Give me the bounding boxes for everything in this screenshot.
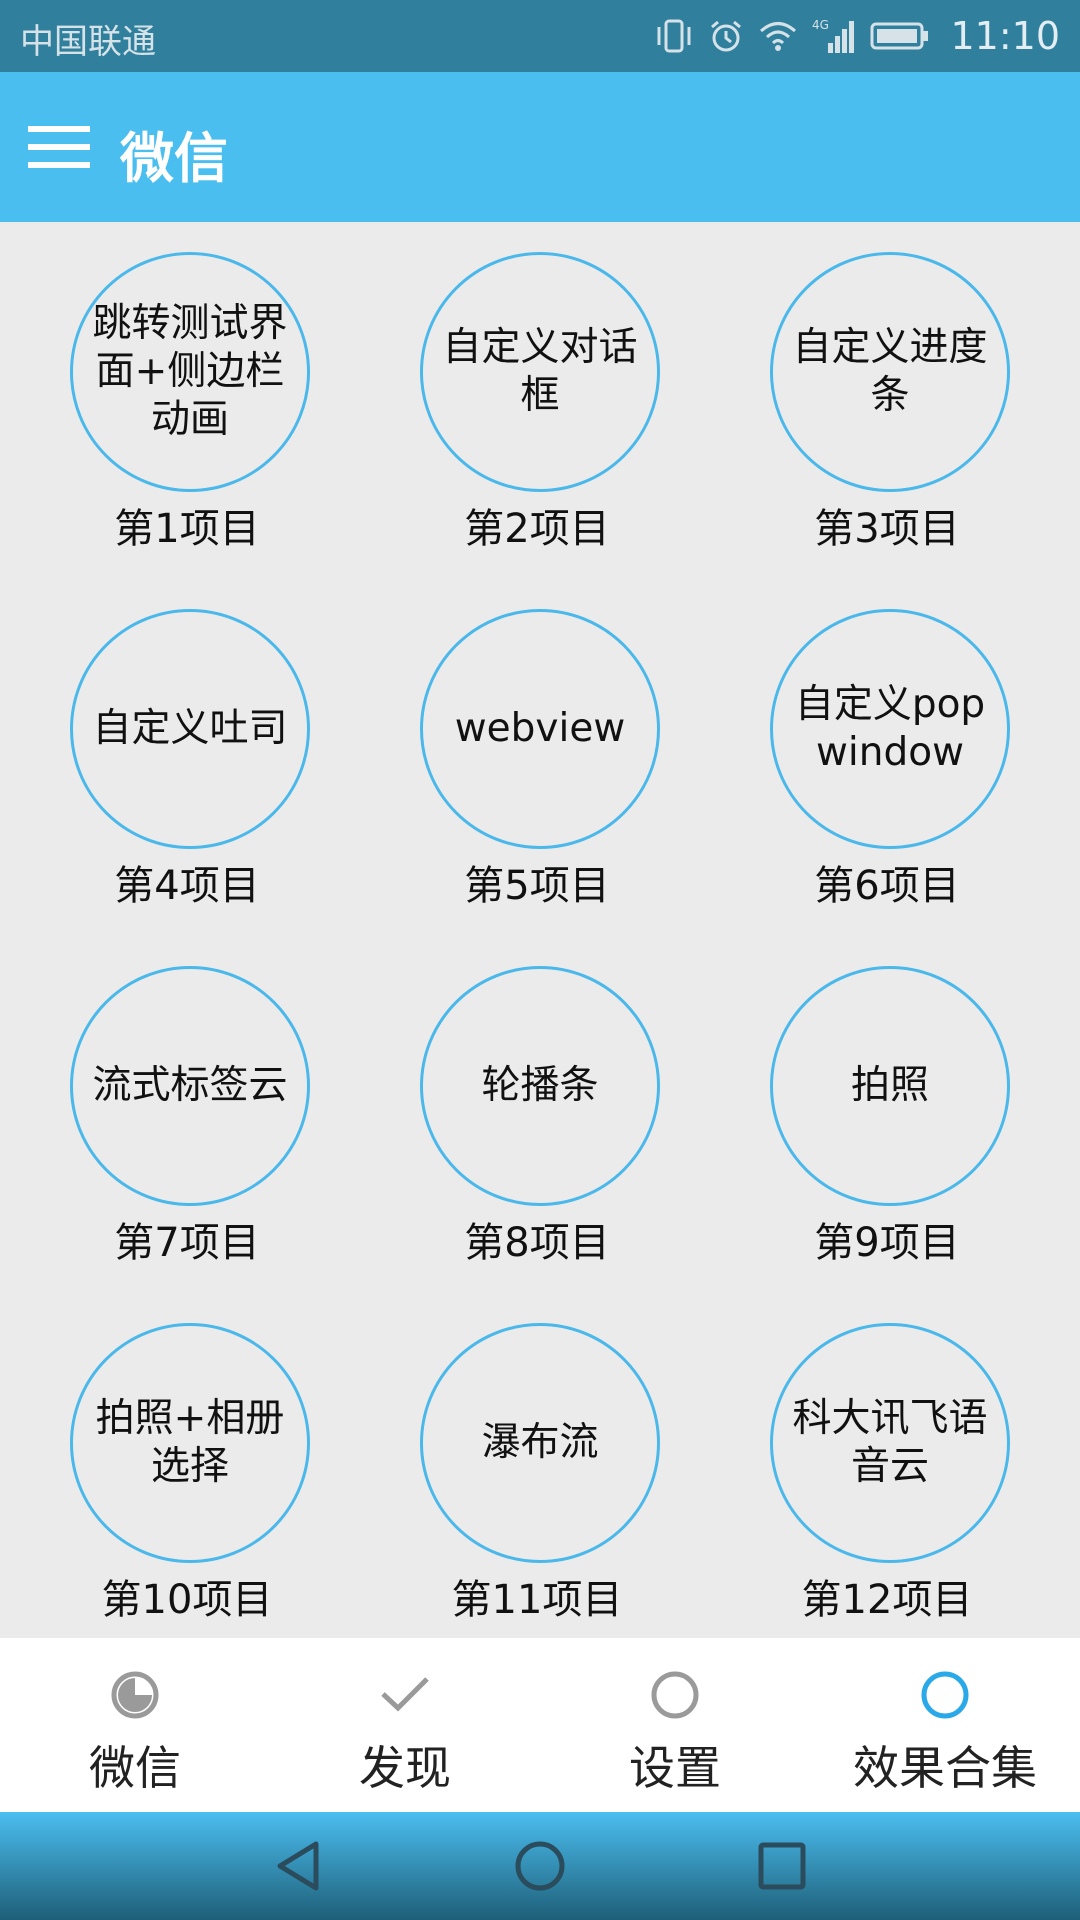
tab-label: 微信	[89, 1741, 181, 1795]
grid-item-title: webview	[454, 706, 626, 751]
grid-item-label: 第6项目	[814, 863, 960, 909]
grid-item-label: 第9项目	[814, 1220, 960, 1266]
vibrate-icon	[657, 19, 691, 53]
grid-item-title: 自定义popwindow	[794, 682, 986, 775]
grid-item-circle[interactable]: 瀑布流	[420, 1323, 660, 1563]
grid-item-label: 第11项目	[451, 1577, 623, 1623]
grid-item-8[interactable]: 轮播条 第8项目	[350, 936, 700, 1266]
grid-item-title: 自定义吐司	[92, 706, 288, 751]
signal-icon: 4G	[812, 18, 855, 53]
grid-item-label: 第7项目	[114, 1220, 260, 1266]
wifi-icon	[760, 22, 797, 51]
circle-outline-icon	[921, 1671, 969, 1719]
tab-label: 发现	[359, 1741, 451, 1795]
feature-grid: 跳转测试界面+侧边栏动画 第1项目 自定义对话框 第2项目 自定义进度条 第3项…	[0, 222, 1080, 1638]
grid-item-title: 轮播条	[481, 1063, 599, 1108]
grid-item-title: 自定义进度条	[792, 325, 988, 418]
bottom-navigation: 微信 发现 设置 效果合集	[0, 1638, 1080, 1812]
page-title: 微信	[120, 127, 228, 190]
grid-item-10[interactable]: 拍照+相册选择 第10项目	[0, 1293, 350, 1623]
grid-item-9[interactable]: 拍照 第9项目	[700, 936, 1050, 1266]
carrier-name: 中国联通	[20, 22, 156, 62]
network-type-label: 4G	[812, 18, 829, 32]
grid-item-circle[interactable]: 拍照	[770, 966, 1010, 1206]
tab-settings[interactable]: 设置	[540, 1638, 810, 1812]
grid-item-12[interactable]: 科大讯飞语音云 第12项目	[700, 1293, 1050, 1623]
grid-item-label: 第5项目	[464, 863, 610, 909]
battery-icon	[870, 22, 929, 50]
grid-item-circle[interactable]: 自定义popwindow	[770, 609, 1010, 849]
tab-label: 效果合集	[853, 1741, 1037, 1795]
grid-item-6[interactable]: 自定义popwindow 第6项目	[700, 579, 1050, 909]
grid-item-5[interactable]: webview 第5项目	[350, 579, 700, 909]
grid-item-2[interactable]: 自定义对话框 第2项目	[350, 222, 700, 552]
status-bar: 中国联通 4G 11:10	[0, 0, 1080, 72]
circle-outline-icon	[651, 1671, 699, 1719]
grid-item-3[interactable]: 自定义进度条 第3项目	[700, 222, 1050, 552]
grid-item-label: 第10项目	[101, 1577, 273, 1623]
grid-item-label: 第1项目	[114, 506, 260, 552]
grid-item-label: 第2项目	[464, 506, 610, 552]
grid-item-label: 第12项目	[801, 1577, 973, 1623]
check-icon	[381, 1677, 429, 1712]
back-icon[interactable]	[272, 1840, 324, 1892]
grid-item-title: 自定义对话框	[442, 325, 638, 418]
grid-item-label: 第3项目	[814, 506, 960, 552]
grid-item-circle[interactable]: 拍照+相册选择	[70, 1323, 310, 1563]
home-icon[interactable]	[514, 1840, 566, 1892]
grid-item-title: 拍照	[850, 1063, 929, 1108]
grid-item-circle[interactable]: 自定义吐司	[70, 609, 310, 849]
status-icons: 4G 11:10	[654, 10, 1060, 62]
grid-item-circle[interactable]: webview	[420, 609, 660, 849]
grid-item-label: 第8项目	[464, 1220, 610, 1266]
app-bar: 微信	[0, 72, 1080, 222]
grid-item-11[interactable]: 瀑布流 第11项目	[350, 1293, 700, 1623]
grid-item-circle[interactable]: 轮播条	[420, 966, 660, 1206]
tab-wechat[interactable]: 微信	[0, 1638, 270, 1812]
hamburger-menu-icon[interactable]	[28, 122, 90, 172]
grid-item-label: 第4项目	[114, 863, 260, 909]
grid-item-circle[interactable]: 科大讯飞语音云	[770, 1323, 1010, 1563]
grid-item-circle[interactable]: 自定义进度条	[770, 252, 1010, 492]
grid-item-title: 跳转测试界面+侧边栏动画	[92, 301, 288, 442]
tab-effects-collection[interactable]: 效果合集	[810, 1638, 1080, 1812]
grid-item-circle[interactable]: 流式标签云	[70, 966, 310, 1206]
grid-item-4[interactable]: 自定义吐司 第4项目	[0, 579, 350, 909]
system-navigation-bar	[0, 1812, 1080, 1920]
grid-item-1[interactable]: 跳转测试界面+侧边栏动画 第1项目	[0, 222, 350, 552]
grid-item-title: 瀑布流	[481, 1420, 599, 1465]
tab-discover[interactable]: 发现	[270, 1638, 540, 1812]
grid-item-title: 拍照+相册选择	[95, 1396, 285, 1489]
grid-item-title: 流式标签云	[92, 1063, 288, 1108]
pie-progress-icon	[111, 1671, 159, 1719]
grid-item-title: 科大讯飞语音云	[792, 1396, 988, 1489]
grid-item-circle[interactable]: 跳转测试界面+侧边栏动画	[70, 252, 310, 492]
grid-item-circle[interactable]: 自定义对话框	[420, 252, 660, 492]
grid-item-7[interactable]: 流式标签云 第7项目	[0, 936, 350, 1266]
recents-icon[interactable]	[756, 1840, 808, 1892]
clock: 11:10	[950, 14, 1060, 58]
tab-label: 设置	[629, 1741, 721, 1795]
alarm-icon	[711, 20, 742, 52]
